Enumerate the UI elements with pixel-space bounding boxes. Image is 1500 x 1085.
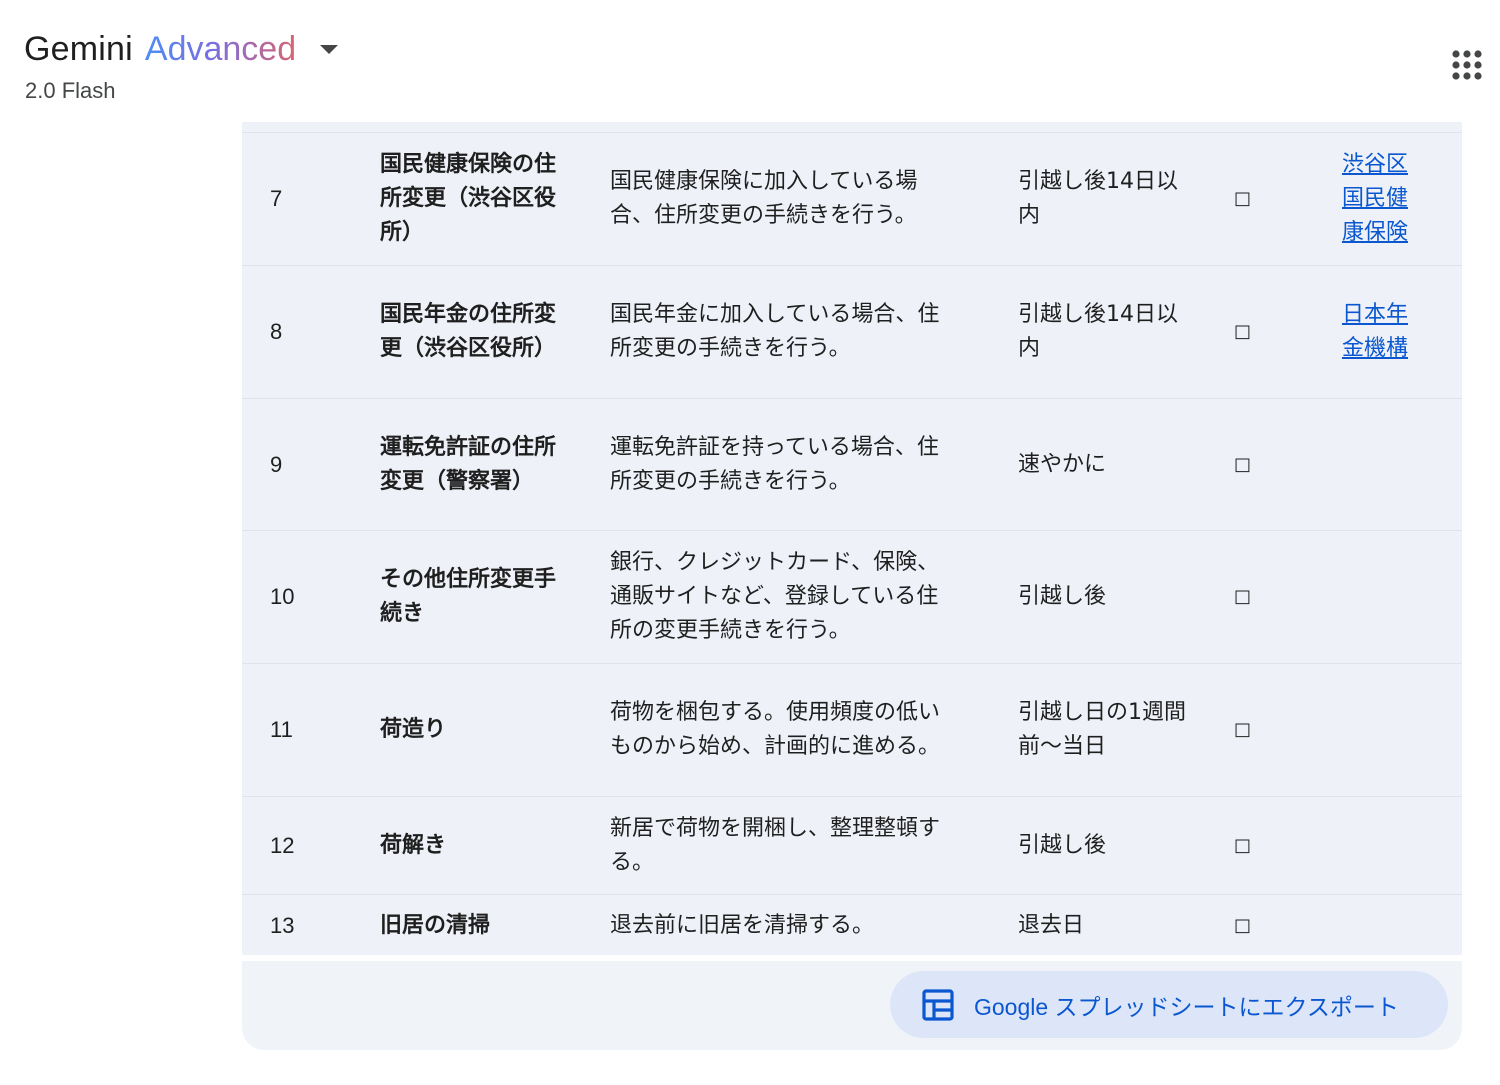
table-row: 8 国民年金の住所変更（渋谷区役所） 国民年金に加入している場合、住所変更の手続… xyxy=(242,265,1462,398)
table-footer-divider xyxy=(242,955,1462,961)
checkbox[interactable]: □ xyxy=(1234,895,1254,957)
link-shibuya-health-insurance[interactable]: 渋谷区国民健康保険 xyxy=(1342,148,1422,250)
task-deadline: 引越し後 xyxy=(1018,584,1107,609)
checkbox[interactable]: □ xyxy=(1234,399,1254,530)
task-description: 国民健康保険に加入している場合、住所変更の手続きを行う。 xyxy=(610,169,918,228)
task-name: 運転免許証の住所変更（警察署） xyxy=(380,434,557,494)
model-name: 2.0 Flash xyxy=(25,78,116,103)
checkbox[interactable]: □ xyxy=(1234,266,1254,398)
task-deadline: 引越し後14日以内 xyxy=(1018,302,1178,361)
row-number: 8 xyxy=(270,319,283,344)
task-description: 運転免許証を持っている場合、住所変更の手続きを行う。 xyxy=(610,434,939,494)
table-row: 12 荷解き 新居で荷物を開梱し、整理整頓する。 引越し後 □ xyxy=(242,796,1462,894)
reference-link[interactable]: 渋谷区国民健康保険 xyxy=(1342,133,1422,265)
checklist-table: 7 国民健康保険の住所変更（渋谷区役所） 国民健康保険に加入している場合、住所変… xyxy=(242,122,1462,957)
reference-link[interactable]: 日本年金機構 xyxy=(1342,266,1422,398)
model-switcher[interactable]: Gemini Advanced xyxy=(24,30,339,69)
link-japan-pension-service[interactable]: 日本年金機構 xyxy=(1342,298,1422,366)
apps-grid-icon[interactable] xyxy=(1452,50,1482,80)
row-number: 10 xyxy=(270,584,295,609)
task-name: 国民健康保険の住所変更（渋谷区役所） xyxy=(380,152,557,245)
caret-down-icon xyxy=(320,45,339,54)
table-row: 13 旧居の清掃 退去前に旧居を清掃する。 退去日 □ xyxy=(242,894,1462,957)
task-description: 荷物を梱包する。使用頻度の低いものから始め、計画的に進める。 xyxy=(610,700,941,759)
task-deadline: 速やかに xyxy=(1018,451,1107,477)
row-number: 7 xyxy=(270,186,283,211)
export-to-sheets-button[interactable]: Google スプレッドシートにエクスポート xyxy=(890,971,1448,1038)
task-deadline: 引越し後14日以内 xyxy=(1018,169,1178,228)
task-description: 退去前に旧居を清掃する。 xyxy=(610,913,875,938)
checkbox[interactable]: □ xyxy=(1234,531,1254,663)
task-deadline: 引越し後 xyxy=(1018,832,1107,858)
checkbox[interactable]: □ xyxy=(1234,133,1254,265)
task-deadline: 引越し日の1週間前〜当日 xyxy=(1018,700,1186,759)
sheets-table-icon xyxy=(922,989,954,1021)
task-name: 国民年金の住所変更（渋谷区役所） xyxy=(380,302,557,361)
row-number: 13 xyxy=(270,913,295,938)
table-row: 7 国民健康保険の住所変更（渋谷区役所） 国民健康保険に加入している場合、住所変… xyxy=(242,132,1462,265)
app-header: Gemini Advanced 2.0 Flash xyxy=(0,0,1500,118)
task-name: 荷造り xyxy=(380,717,447,742)
brand-tier: Advanced xyxy=(144,30,297,68)
task-description: 新居で荷物を開梱し、整理整頓する。 xyxy=(610,815,941,875)
task-name: その他住所変更手続き xyxy=(380,567,557,626)
task-description: 銀行、クレジットカード、保険、通販サイトなど、登録している住所の変更手続きを行う… xyxy=(610,550,940,643)
task-name: 旧居の清掃 xyxy=(380,913,491,938)
export-button-label: Google スプレッドシートにエクスポート xyxy=(974,993,1399,1020)
row-number: 9 xyxy=(270,451,283,477)
table-row: 10 その他住所変更手続き 銀行、クレジットカード、保険、通販サイトなど、登録し… xyxy=(242,530,1462,663)
response-table-card: 7 国民健康保険の住所変更（渋谷区役所） 国民健康保険に加入している場合、住所変… xyxy=(242,122,1462,1050)
checkbox[interactable]: □ xyxy=(1234,797,1254,894)
table-row: 9 運転免許証の住所変更（警察署） 運転免許証を持っている場合、住所変更の手続き… xyxy=(242,398,1462,530)
row-number: 11 xyxy=(270,717,293,742)
task-name: 荷解き xyxy=(380,832,447,858)
task-description: 国民年金に加入している場合、住所変更の手続きを行う。 xyxy=(610,302,940,361)
brand-name: Gemini xyxy=(24,30,133,68)
checkbox[interactable]: □ xyxy=(1234,664,1254,796)
row-number: 12 xyxy=(270,832,295,858)
table-row: 11 荷造り 荷物を梱包する。使用頻度の低いものから始め、計画的に進める。 引越… xyxy=(242,663,1462,796)
task-deadline: 退去日 xyxy=(1018,913,1085,938)
